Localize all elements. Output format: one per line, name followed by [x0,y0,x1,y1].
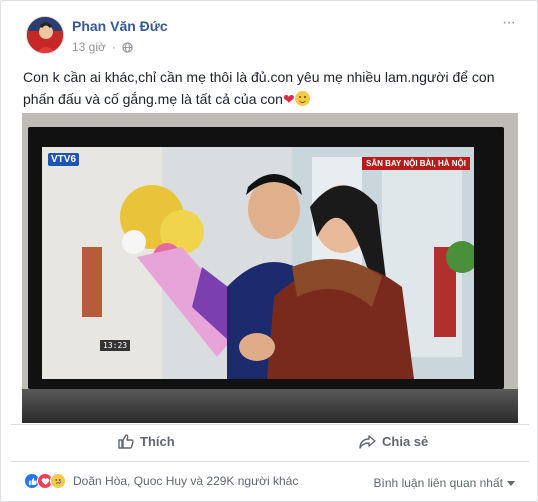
broadcast-caption: SÂN BAY NỘI BÀI, HÀ NỘI [361,157,470,170]
post-meta: 13 giờ · [72,40,133,54]
post-options-icon[interactable]: ··· [502,14,516,32]
author-name[interactable]: Phan Văn Đức [72,18,168,34]
reaction-icons [24,473,66,489]
like-button[interactable]: Thích [117,433,175,450]
thumbs-up-icon [118,434,134,449]
share-arrow-icon [359,435,376,449]
tv-frame: VTV6 SÂN BAY NỘI BÀI, HÀ NỘI 13:23 [28,127,504,389]
comment-sort-label: Bình luận liên quan nhất [373,476,503,490]
share-button[interactable]: Chia sẻ [359,433,428,450]
tv-stand [22,389,518,423]
comment-sort-dropdown[interactable]: Bình luận liên quan nhất [374,476,515,490]
post-card: Phan Văn Đức 13 giờ · ··· Con k cần ai k… [0,0,538,502]
avatar-image [27,17,63,53]
like-label: Thích [140,434,175,449]
separator-dot: · [111,40,116,54]
post-text: Con k cần ai khác,chỉ cần mẹ thôi là đủ.… [23,66,513,110]
post-time[interactable]: 13 giờ [72,40,106,54]
actions-bottom-divider [11,461,529,462]
smile-emoji-icon [294,91,310,106]
tv-screen: VTV6 SÂN BAY NỘI BÀI, HÀ NỘI 13:23 [42,147,474,379]
globe-icon[interactable] [122,41,133,53]
caret-down-icon [507,480,515,486]
share-label: Chia sẻ [382,434,429,449]
reaction-summary[interactable]: Doãn Hòa, Quoc Huy và 229K người khác [24,473,298,489]
post-body: Con k cần ai khác,chỉ cần mẹ thôi là đủ.… [23,69,495,107]
sad-icon [50,473,66,489]
author-avatar[interactable] [26,16,64,54]
reaction-summary-text[interactable]: Doãn Hòa, Quoc Huy và 229K người khác [73,474,298,488]
channel-logo: VTV6 [48,153,80,166]
post-photo[interactable]: VTV6 SÂN BAY NỘI BÀI, HÀ NỘI 13:23 [22,113,518,423]
post-actions: Thích Chia sẻ [1,425,538,461]
heart-emoji-icon: ❤ [282,91,295,107]
broadcast-timecode: 13:23 [100,340,131,351]
